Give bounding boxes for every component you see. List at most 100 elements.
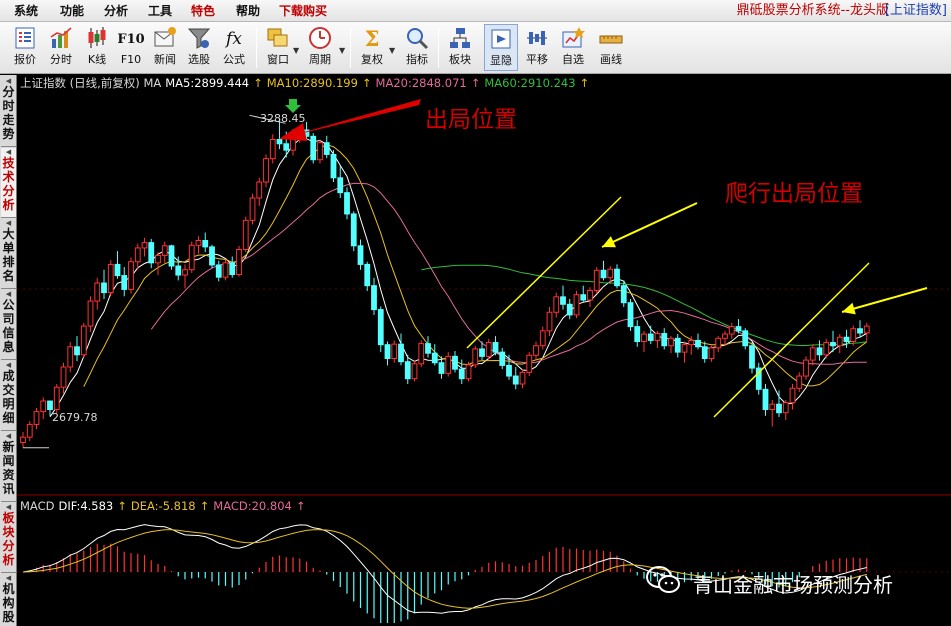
side-tab-big-orders[interactable]: ◀ 大单排名	[1, 219, 16, 289]
side-tab-company-info[interactable]: ◀ 公司信息	[1, 290, 16, 360]
window-dropdown-icon[interactable]: ▼	[293, 46, 299, 55]
candle-body	[215, 264, 222, 278]
side-tab-label: 机构股	[2, 582, 15, 624]
candle-body	[60, 366, 67, 388]
candle-body	[134, 247, 141, 263]
candle-body	[539, 330, 546, 347]
indicator-button[interactable]: 指标	[400, 24, 434, 71]
candle-body	[202, 240, 209, 248]
candle-body	[573, 294, 580, 316]
show-hide-button[interactable]: 显隐	[484, 24, 518, 71]
candle-body	[310, 135, 317, 161]
candle-body	[242, 219, 249, 251]
side-tab-news[interactable]: ◀ 新闻资讯	[1, 432, 16, 502]
candle-body	[161, 245, 168, 256]
menu-system[interactable]: 系统	[14, 3, 38, 19]
chart-area[interactable]: 上证指数 (日线,前复权) MA MA5:2899.444 ↑ MA10:2890.1…	[17, 75, 951, 626]
candle-body	[337, 177, 344, 194]
candle-body	[222, 262, 229, 278]
period-dropdown-icon[interactable]: ▼	[339, 46, 345, 55]
candle-body	[843, 336, 850, 342]
adjust-label: 复权	[361, 53, 383, 66]
formula-icon: fx	[224, 29, 242, 49]
watchlist-icon	[562, 27, 585, 48]
stock-analysis-window: 系统 功能 分析 工具 特色 帮助 下载购买 鼎砥股票分析系统--龙头版 [上证…	[0, 0, 951, 626]
quote-label: 报价	[14, 53, 36, 66]
side-tab-trade-details[interactable]: ◀ 成交明细	[1, 361, 16, 431]
candle-body	[546, 311, 553, 332]
news-button[interactable]: 新闻	[148, 24, 182, 71]
legend-dif: DIF:4.583	[58, 499, 114, 513]
menu-download-buy[interactable]: 下载购买	[279, 3, 327, 19]
sector-icon	[450, 28, 470, 48]
side-tab-sector-analysis[interactable]: ◀ 板块分析	[1, 503, 16, 573]
candle-body	[863, 325, 870, 334]
f10-icon: F10	[118, 32, 144, 47]
candle-body	[654, 333, 661, 341]
svg-text:Σ: Σ	[365, 26, 380, 51]
side-tab-label: 技术分析	[2, 156, 15, 212]
candle-body	[20, 436, 26, 443]
sector-button[interactable]: 板块	[443, 24, 477, 71]
candle-body	[101, 282, 107, 294]
candle-body	[614, 268, 620, 287]
menu-featured[interactable]: 特色	[191, 3, 215, 19]
pan-button[interactable]: 平移	[520, 24, 554, 71]
candle-body	[438, 362, 445, 374]
candle-body	[458, 368, 465, 380]
main-legend-title: 上证指数 (日线,前复权) MA	[20, 76, 162, 90]
formula-button[interactable]: fx 公式	[217, 24, 251, 71]
menu-analysis[interactable]: 分析	[104, 3, 128, 19]
kline-button[interactable]: K线	[80, 24, 114, 71]
stock-filter-button[interactable]: 选股	[182, 24, 216, 71]
draw-line-button[interactable]: 画线	[594, 24, 628, 71]
candle-body	[182, 269, 188, 276]
candle-body	[620, 285, 627, 304]
candle-body	[580, 294, 587, 301]
menu-help[interactable]: 帮助	[236, 3, 260, 19]
side-tab-bar: ◀ 分时走势 ◀ 技术分析 ◀ 大单排名 ◀ 公司信息 ◀ 成交明细 ◀ 新闻资讯 ◀ 板块分…	[0, 75, 17, 626]
candle-body	[256, 181, 263, 199]
menu-function[interactable]: 功能	[60, 3, 84, 19]
period-button[interactable]: 周期	[303, 24, 337, 71]
candle-body	[384, 344, 391, 360]
low-price-label: 2679.78	[52, 411, 98, 424]
kline-chart-canvas[interactable]	[17, 75, 951, 626]
quote-button[interactable]: 报价	[8, 24, 42, 71]
window-button[interactable]: 窗口	[261, 24, 295, 71]
adjust-dropdown-icon[interactable]: ▼	[389, 46, 395, 55]
candle-body	[323, 142, 330, 155]
watchlist-button[interactable]: 自选	[556, 24, 590, 71]
period-label: 周期	[309, 53, 331, 66]
candle-body	[121, 275, 128, 290]
side-tab-institutions[interactable]: ◀ 机构股	[1, 574, 16, 626]
candle-body	[317, 142, 323, 161]
main-legend: 上证指数 (日线,前复权) MA MA5:2899.444 ↑ MA10:2890.1…	[20, 76, 590, 90]
menu-tools[interactable]: 工具	[148, 3, 172, 19]
side-tab-technical[interactable]: ◀ 技术分析	[1, 148, 16, 218]
tab-arrow-icon: ◀	[5, 219, 12, 227]
side-tab-label: 新闻资讯	[2, 440, 15, 496]
candle-body	[364, 263, 371, 287]
candle-body	[776, 403, 782, 414]
side-tab-intraday[interactable]: ◀ 分时走势	[1, 77, 16, 147]
window-icon	[267, 28, 288, 47]
candle-body	[695, 339, 701, 348]
intraday-button[interactable]: 分时	[44, 24, 78, 71]
side-tab-label: 公司信息	[2, 298, 15, 354]
candle-body	[357, 245, 364, 265]
side-tab-label: 分时走势	[2, 85, 15, 141]
f10-button[interactable]: F10 F10	[114, 24, 148, 71]
candle-body	[560, 296, 566, 305]
candle-body	[263, 158, 269, 183]
macd-legend: MACD DIF:4.583 ↑ DEA:-5.818 ↑ MACD:20.804 ↑	[20, 499, 306, 513]
candle-body	[823, 342, 830, 356]
candle-body	[141, 242, 148, 249]
side-tab-label: 成交明细	[2, 369, 15, 425]
adjust-button[interactable]: Σ 复权	[355, 24, 389, 71]
candle-body	[668, 337, 674, 347]
candle-body	[128, 261, 134, 290]
candle-body	[452, 355, 458, 370]
candle-body	[830, 342, 836, 347]
candle-body	[735, 326, 742, 332]
